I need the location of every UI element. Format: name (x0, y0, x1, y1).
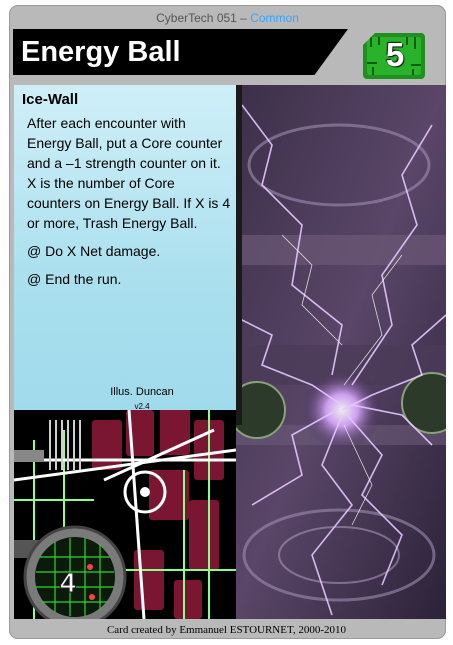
rules-paragraph: After each encounter with Energy Ball, p… (27, 115, 231, 231)
strength-artwork: 4 (14, 410, 236, 619)
set-info: CyberTech 051 – (156, 11, 251, 25)
energy-ball-art (232, 85, 446, 619)
card-title: Energy Ball (21, 36, 181, 68)
card-artwork (232, 85, 446, 619)
rules-subroutine-2: @ End the run. (27, 271, 122, 287)
illustrator-credit: Illus. Duncan (110, 386, 174, 398)
title-bar: Energy Ball (13, 29, 348, 75)
cost-value: 5 (385, 36, 405, 73)
rules-subroutine-1: @ Do X Net damage. (27, 243, 161, 259)
card-subtype: Ice-Wall (22, 91, 79, 108)
strength-value: 4 (60, 567, 76, 598)
radar-strength-icon: 4 (23, 525, 127, 619)
set-line: CyberTech 051 – Common (9, 11, 446, 25)
version-label: v2.4 (134, 402, 150, 411)
card-footer: Card created by Emmanuel ESTOURNET, 2000… (106, 624, 347, 636)
rarity-label: Common (250, 11, 299, 25)
rules-text: After each encounter with Energy Ball, p… (27, 113, 232, 297)
